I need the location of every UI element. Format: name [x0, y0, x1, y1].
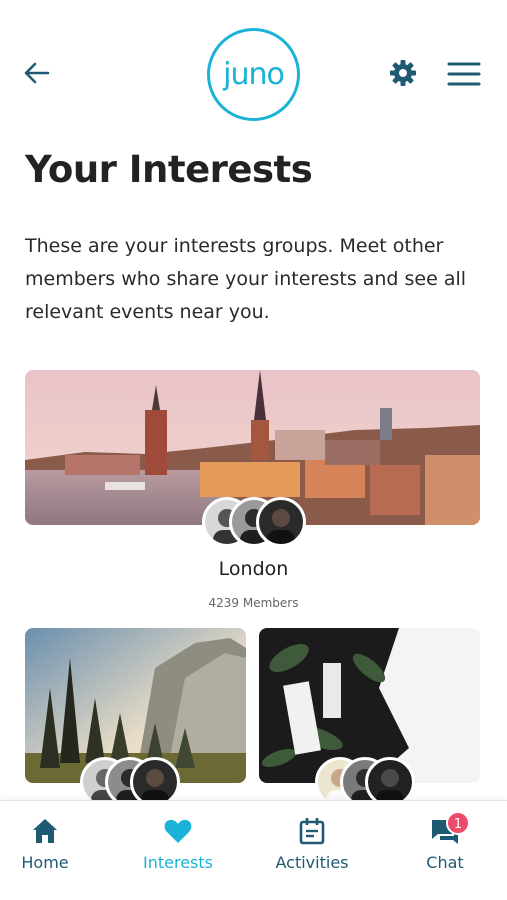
- group-name[interactable]: London: [0, 558, 507, 580]
- nav-chat-label: Chat: [426, 853, 464, 872]
- back-arrow-icon[interactable]: [22, 58, 52, 88]
- bottom-navigation: Home Interests Activities 1 Chat: [0, 800, 507, 900]
- home-icon: [30, 816, 60, 846]
- nav-home-label: Home: [21, 853, 69, 872]
- heart-icon: [163, 816, 193, 846]
- nav-chat[interactable]: 1 Chat: [390, 801, 500, 900]
- hamburger-menu-icon[interactable]: [447, 61, 481, 87]
- nav-home[interactable]: Home: [0, 801, 100, 900]
- top-bar: juno: [0, 0, 507, 140]
- nav-interests-label: Interests: [143, 853, 213, 872]
- group-member-count: 4239 Members: [208, 596, 299, 610]
- nav-interests[interactable]: Interests: [123, 801, 233, 900]
- chat-unread-badge: 1: [446, 811, 470, 835]
- calendar-icon: [297, 816, 327, 846]
- gear-icon[interactable]: [388, 58, 418, 88]
- london-member-avatars: [202, 497, 312, 547]
- juno-logo[interactable]: juno: [207, 28, 300, 121]
- intro-text: These are your interests groups. Meet ot…: [25, 235, 467, 323]
- nav-activities-label: Activities: [275, 853, 349, 872]
- nav-activities[interactable]: Activities: [257, 801, 367, 900]
- page-title: Your Interests: [25, 148, 313, 191]
- avatar: [256, 497, 306, 547]
- logo-text: juno: [223, 57, 285, 92]
